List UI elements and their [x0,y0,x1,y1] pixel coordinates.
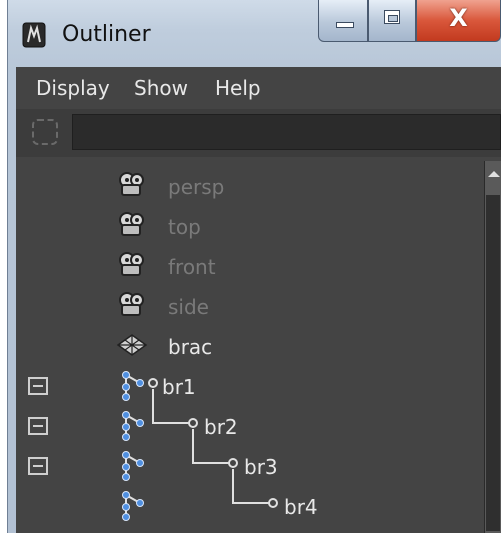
scroll-up-arrow-icon[interactable] [488,171,500,177]
outliner-item-label: top [168,215,201,239]
outliner-item-label: persp [168,175,225,199]
outliner-item-label: front [168,255,216,279]
outliner-item-label: br4 [284,495,318,519]
outliner-item-front[interactable]: front [16,247,484,287]
camera-icon [119,252,144,276]
camera-icon [119,172,144,196]
outliner-item-br4[interactable]: br4 [16,487,484,527]
maximize-icon [384,10,400,24]
maximize-button[interactable] [368,0,416,42]
mesh-icon [116,334,148,356]
outliner-window: Outliner X Display Show Help persp top f… [0,0,501,533]
outliner-item-label: br2 [204,415,238,439]
menu-bar: Display Show Help [16,67,501,109]
collapse-toggle[interactable] [28,457,48,475]
close-icon: X [449,4,468,32]
outliner-item-brac[interactable]: brac [16,327,484,367]
window-title: Outliner [62,22,151,47]
close-button[interactable]: X [416,0,501,42]
camera-icon [119,292,144,316]
menu-display[interactable]: Display [36,76,110,100]
minimize-button[interactable] [318,0,368,42]
scrollbar-thumb[interactable] [486,195,500,531]
joint-icon [122,411,144,441]
outliner-item-label: side [168,295,209,319]
outliner-item-label: br3 [244,455,278,479]
outliner-item-label: brac [168,335,213,359]
outliner-panel: Display Show Help persp top front side b… [16,67,501,533]
outliner-item-top[interactable]: top [16,207,484,247]
title-bar[interactable]: Outliner X [8,0,501,66]
outliner-item-br3[interactable]: br3 [16,447,484,487]
outliner-item-side[interactable]: side [16,287,484,327]
outliner-item-br2[interactable]: br2 [16,407,484,447]
collapse-toggle[interactable] [28,417,48,435]
camera-icon [119,212,144,236]
minimize-icon [336,22,354,28]
joint-icon [122,491,144,521]
collapse-toggle[interactable] [28,377,48,395]
filter-bar [16,109,501,157]
outliner-item-label: br1 [162,375,196,399]
filter-options-icon[interactable] [32,119,58,145]
maya-app-icon [22,22,46,48]
outliner-item-br1[interactable]: br1 [16,367,484,407]
joint-icon [122,451,144,481]
outliner-item-persp[interactable]: persp [16,167,484,207]
joint-icon [122,371,144,401]
filter-input[interactable] [72,114,501,150]
outliner-list: persp top front side brac br1 br2 br3 br… [16,161,484,533]
menu-help[interactable]: Help [215,76,261,100]
menu-show[interactable]: Show [134,76,188,100]
